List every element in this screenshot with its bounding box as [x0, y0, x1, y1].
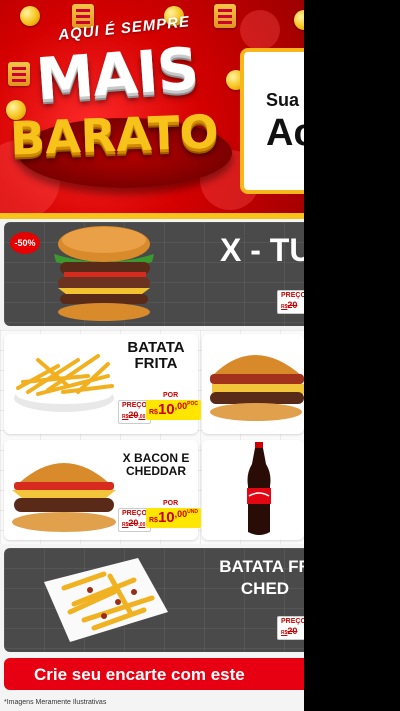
x-bacon-title: X BACON E CHEDDAR: [118, 452, 194, 477]
header-divider: [0, 213, 304, 219]
shopping-card-icon: [214, 4, 236, 28]
batata-frita-title: BATATA FRITA: [118, 340, 194, 372]
create-flyer-label[interactable]: Crie seu encarte com este: [34, 665, 245, 685]
batata-cheddar-image: [44, 558, 168, 642]
currency: R$: [149, 409, 158, 416]
disclaimer: *Imagens Meramente Ilustrativas: [4, 699, 107, 706]
price-label: PREÇO: [122, 510, 147, 517]
old-price-value: 20: [128, 518, 139, 528]
old-price-value: 20: [128, 410, 139, 420]
price-unit: POC: [187, 401, 198, 407]
price-cents: ,00: [174, 401, 188, 411]
batata-cheddar-title: BATATA FR CHED: [210, 556, 304, 600]
coin-icon: [294, 10, 304, 30]
title-line: CHEDDAR: [126, 463, 186, 478]
logo-barato: BARATO: [9, 104, 220, 166]
old-cents: ,00: [138, 522, 146, 528]
x-tudo-burger-image: [54, 226, 154, 321]
bacon-burger-image: [210, 355, 304, 421]
price-value: 10: [157, 509, 175, 526]
por-label: POR: [163, 500, 179, 507]
old-cents: ,00: [138, 414, 146, 420]
batata-frita-image: [14, 354, 114, 412]
title-line: X BACON E: [122, 451, 190, 465]
coin-icon: [20, 6, 40, 26]
old-price-value: 20: [287, 300, 298, 310]
x-tudo-old-price: PREÇO R$20: [277, 290, 304, 314]
x-bacon-new-price: R$10,00UND: [146, 508, 201, 528]
price-label: PREÇO: [281, 292, 304, 299]
x-tudo-title: X - TU: [220, 232, 304, 268]
price-value: 10: [157, 401, 175, 418]
currency: R$: [149, 517, 158, 524]
title-line: BATATA FR: [219, 557, 304, 576]
cola-bottle-image: [247, 442, 271, 535]
promo-subtitle: Sua: [266, 90, 300, 110]
shopping-card-icon: [8, 62, 30, 86]
price-unit: UND: [187, 509, 198, 515]
old-price-value: 20: [287, 626, 298, 636]
batata-cheddar-old-price: PREÇO R$20: [277, 616, 304, 640]
flyer-canvas: AQUI É SEMPRE MAIS BARATO Sua Ac -50% X …: [0, 0, 304, 711]
title-line: BATATA: [127, 339, 185, 356]
price-cents: ,00: [174, 509, 188, 519]
promo-title: Ac: [266, 112, 304, 154]
por-label: POR: [163, 392, 179, 399]
discount-badge: -50%: [10, 232, 40, 254]
price-label: PREÇO: [122, 402, 147, 409]
title-line: CHED: [240, 579, 290, 598]
logo-mais: MAIS: [33, 34, 201, 114]
price-label: PREÇO: [281, 618, 304, 625]
side-black-bar: [304, 0, 400, 711]
x-bacon-burger-image: [12, 463, 116, 532]
batata-frita-new-price: R$10,00POC: [146, 400, 201, 420]
header-banner: AQUI É SEMPRE MAIS BARATO Sua Ac: [0, 0, 304, 215]
title-line: FRITA: [134, 354, 178, 372]
